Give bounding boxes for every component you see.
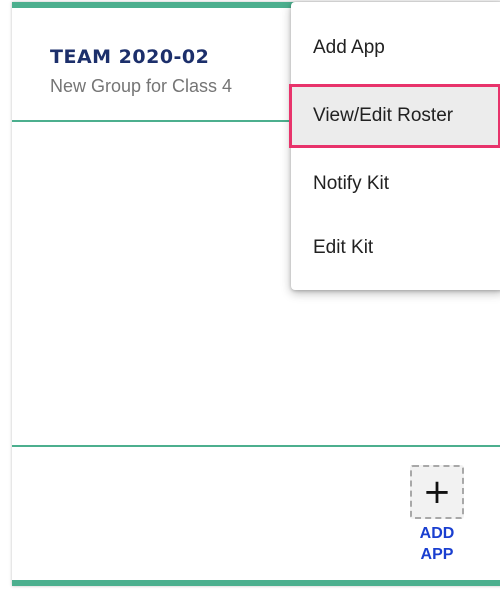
plus-icon[interactable]: + xyxy=(410,465,464,519)
add-app-label-line2[interactable]: APP xyxy=(408,544,466,565)
add-app-label[interactable]: ADD APP xyxy=(408,523,466,565)
context-menu: Add App View/Edit Roster Notify Kit Edit… xyxy=(289,2,500,290)
team-subtitle: New Group for Class 4 xyxy=(50,76,233,96)
menu-item-edit-kit[interactable]: Edit Kit xyxy=(291,216,500,280)
menu-item-view-edit-roster[interactable]: View/Edit Roster xyxy=(289,84,500,148)
add-app-button[interactable]: + ADD APP xyxy=(408,465,472,565)
menu-item-add-app[interactable]: Add App xyxy=(291,16,500,80)
menu-item-notify-kit[interactable]: Notify Kit xyxy=(291,152,500,216)
card-footer: + ADD APP xyxy=(12,445,500,586)
team-title: TEAM 2020-02 xyxy=(50,46,210,68)
add-app-label-line1[interactable]: ADD xyxy=(408,523,466,544)
